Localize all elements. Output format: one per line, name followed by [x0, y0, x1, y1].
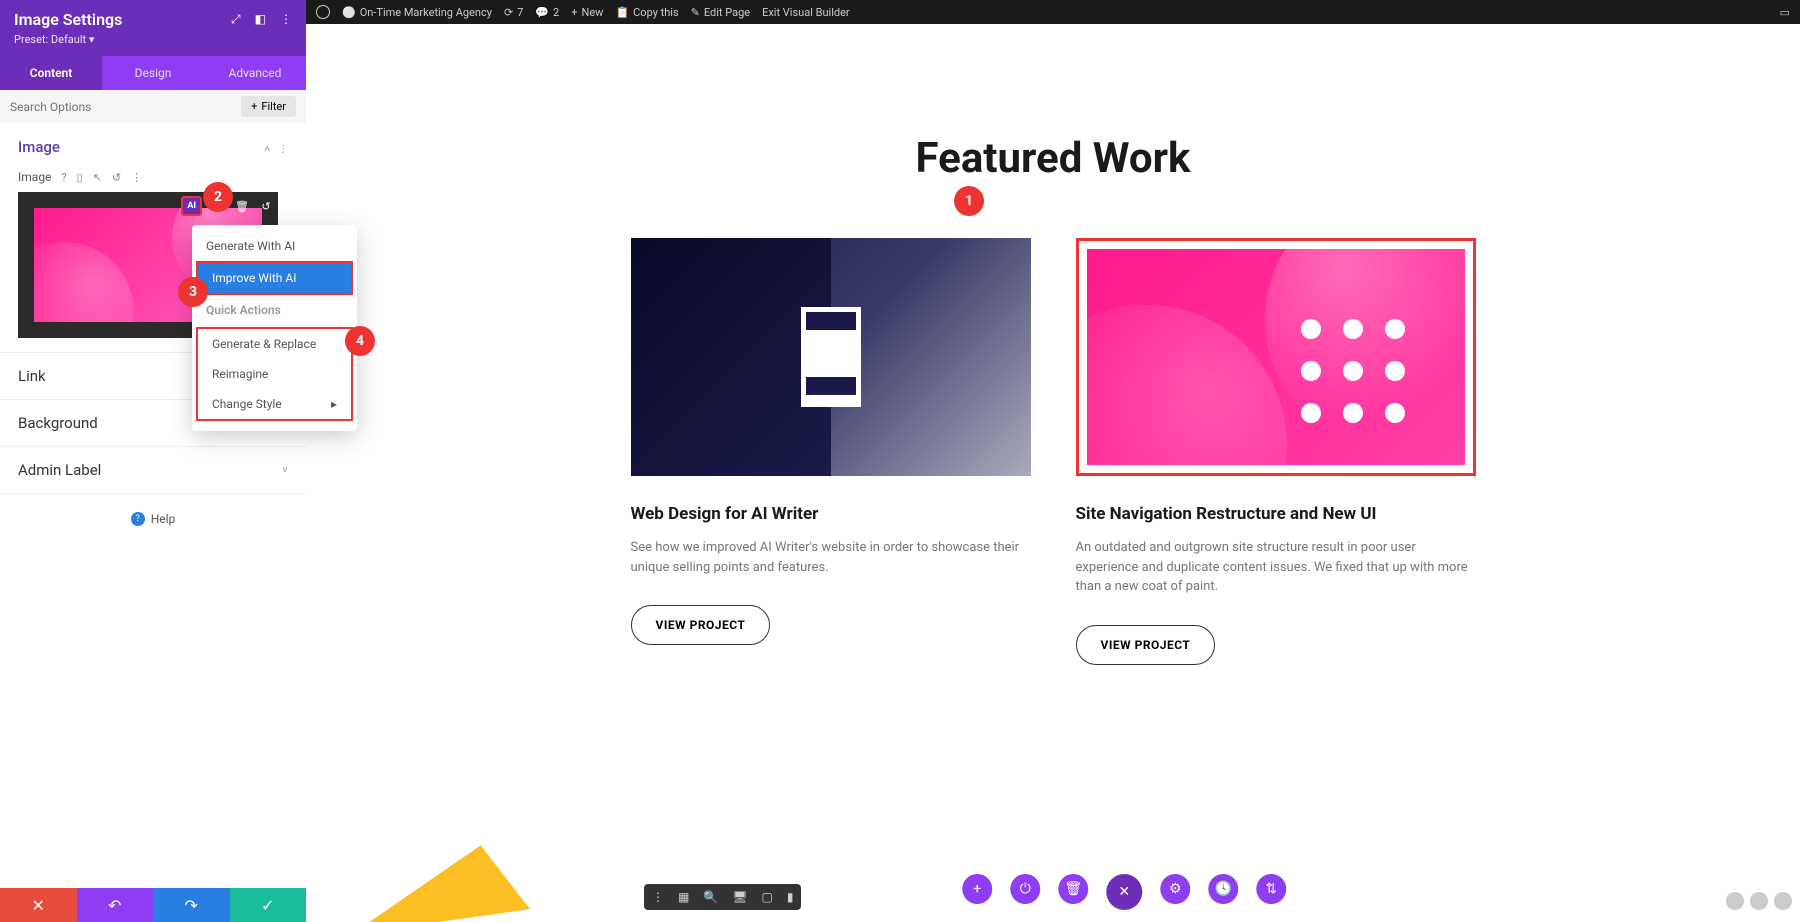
undo-icon[interactable]: ↺: [258, 198, 274, 214]
mobile-icon[interactable]: ▯: [77, 171, 83, 184]
project-card-1: Web Design for AI Writer See how we impr…: [631, 238, 1031, 665]
help-circle-icon: ?: [131, 512, 145, 526]
callout-1: 1: [954, 186, 984, 216]
ai-improve[interactable]: Improve With AI: [198, 263, 351, 293]
section-admin-label[interactable]: Admin Label˅: [0, 447, 306, 493]
card-2-title: Site Navigation Restructure and New UI: [1076, 504, 1476, 524]
callout-4: 4: [345, 326, 375, 356]
chevron-down-icon: ˅: [282, 465, 288, 476]
admin-bar-right: ▭: [1780, 6, 1790, 19]
tb-phone-icon[interactable]: ▮: [787, 890, 794, 904]
help-icon[interactable]: ?: [61, 171, 66, 184]
section-image-header[interactable]: Image ˄ ⋮: [0, 123, 306, 170]
section-more-icon[interactable]: ⋮: [278, 144, 288, 155]
edit-page[interactable]: ✎ Edit Page: [691, 6, 750, 19]
history-pill[interactable]: 🕓: [1208, 874, 1238, 904]
ai-generate[interactable]: Generate With AI: [192, 231, 357, 261]
reset-icon[interactable]: ↺: [112, 171, 121, 184]
ai-reimagine[interactable]: Reimagine: [198, 359, 351, 389]
field-more-icon[interactable]: ⋮: [131, 171, 142, 184]
avatar-icon[interactable]: ▭: [1780, 6, 1790, 19]
add-pill[interactable]: +: [962, 874, 992, 904]
more-icon[interactable]: ⋮: [280, 12, 292, 27]
tb-zoom-icon[interactable]: 🔍: [703, 890, 718, 904]
callout-3: 3: [178, 277, 208, 307]
close-pill[interactable]: ✕: [1106, 874, 1142, 910]
card-1-desc: See how we improved AI Writer's website …: [631, 538, 1031, 577]
settings-pill[interactable]: ⚙: [1160, 874, 1190, 904]
ai-generate-replace[interactable]: Generate & Replace: [198, 329, 351, 359]
preset-label[interactable]: Preset: Default ▾: [14, 33, 292, 46]
tab-content[interactable]: Content: [0, 56, 102, 90]
ai-change-style[interactable]: Change Style▸: [198, 389, 351, 419]
filter-button[interactable]: + Filter: [241, 96, 296, 117]
chevron-right-icon: ▸: [331, 397, 337, 411]
callout-2: 2: [203, 182, 233, 212]
project-card-2: Site Navigation Restructure and New UI A…: [1076, 238, 1476, 665]
hover-icon[interactable]: ↖: [93, 171, 102, 184]
redo-button[interactable]: ↷: [153, 888, 230, 922]
decorative-triangle: [342, 840, 530, 922]
tb-wireframe-icon[interactable]: ▦: [678, 890, 689, 904]
br-circle-1[interactable]: [1726, 892, 1744, 910]
panel-header: Image Settings ⤢ ◧ ⋮ Preset: Default ▾: [0, 0, 306, 56]
image-label: Image: [18, 170, 51, 184]
card-1-title: Web Design for AI Writer: [631, 504, 1031, 524]
chevron-up-icon: ˄: [264, 144, 270, 155]
undo-button[interactable]: ↶: [77, 888, 154, 922]
ai-button[interactable]: AI: [181, 196, 202, 216]
copy-this[interactable]: 📋 Copy this: [615, 6, 678, 19]
site-name-text: On-Time Marketing Agency: [360, 6, 492, 19]
trash-pill[interactable]: 🗑: [1058, 874, 1088, 904]
updates-count[interactable]: ⟳ 7: [504, 6, 523, 19]
br-circle-3[interactable]: [1774, 892, 1792, 910]
tab-design[interactable]: Design: [102, 56, 204, 90]
card-2-button[interactable]: VIEW PROJECT: [1076, 625, 1216, 665]
card-1-image[interactable]: [631, 238, 1031, 476]
tb-more-icon[interactable]: ⋮: [652, 890, 664, 904]
exit-visual-builder[interactable]: Exit Visual Builder: [762, 6, 850, 19]
card-1-button[interactable]: VIEW PROJECT: [631, 605, 771, 645]
power-pill[interactable]: ⏻: [1010, 874, 1040, 904]
tab-advanced[interactable]: Advanced: [204, 56, 306, 90]
search-row: + Filter: [0, 90, 306, 123]
save-button[interactable]: ✓: [230, 888, 307, 922]
tb-desktop-icon[interactable]: 🖥: [732, 890, 747, 904]
expand-icon[interactable]: ⤢: [231, 12, 241, 27]
bottom-action-bar: + ⏻ 🗑 ✕ ⚙ 🕓 ⇅: [962, 874, 1286, 910]
card-2-image[interactable]: [1076, 238, 1476, 476]
section-image-title: Image: [18, 138, 60, 156]
card-2-desc: An outdated and outgrown site structure …: [1076, 538, 1476, 597]
comments-count[interactable]: 💬 2: [535, 6, 559, 19]
bottom-right-circles: [1726, 892, 1792, 910]
sort-pill[interactable]: ⇅: [1256, 874, 1286, 904]
wp-logo[interactable]: [316, 5, 330, 19]
wp-admin-bar: ⚪ On-Time Marketing Agency ⟳ 7 💬 2 + New…: [306, 0, 1800, 24]
settings-panel: Image Settings ⤢ ◧ ⋮ Preset: Default ▾ C…: [0, 0, 306, 922]
help-link[interactable]: ?Help: [0, 494, 306, 544]
delete-icon[interactable]: 🗑: [234, 198, 250, 214]
panel-tabs: Content Design Advanced: [0, 56, 306, 90]
search-input[interactable]: [10, 100, 241, 114]
ai-quick-actions-header: Quick Actions: [192, 295, 357, 325]
new-button[interactable]: + New: [571, 6, 603, 19]
panel-title: Image Settings: [14, 10, 122, 29]
br-circle-2[interactable]: [1750, 892, 1768, 910]
tb-tablet-icon[interactable]: ▢: [762, 890, 773, 904]
site-name[interactable]: ⚪ On-Time Marketing Agency: [342, 6, 492, 19]
panel-footer: ✕ ↶ ↷ ✓: [0, 888, 306, 922]
snap-icon[interactable]: ◧: [255, 12, 266, 27]
page-heading: Featured Work: [306, 134, 1800, 183]
view-toolbar: ⋮ ▦ 🔍 🖥 ▢ ▮: [644, 884, 801, 910]
cancel-button[interactable]: ✕: [0, 888, 77, 922]
main-canvas: Featured Work Web Design for AI Writer S…: [306, 24, 1800, 922]
ai-dropdown: Generate With AI Improve With AI Quick A…: [192, 225, 357, 431]
